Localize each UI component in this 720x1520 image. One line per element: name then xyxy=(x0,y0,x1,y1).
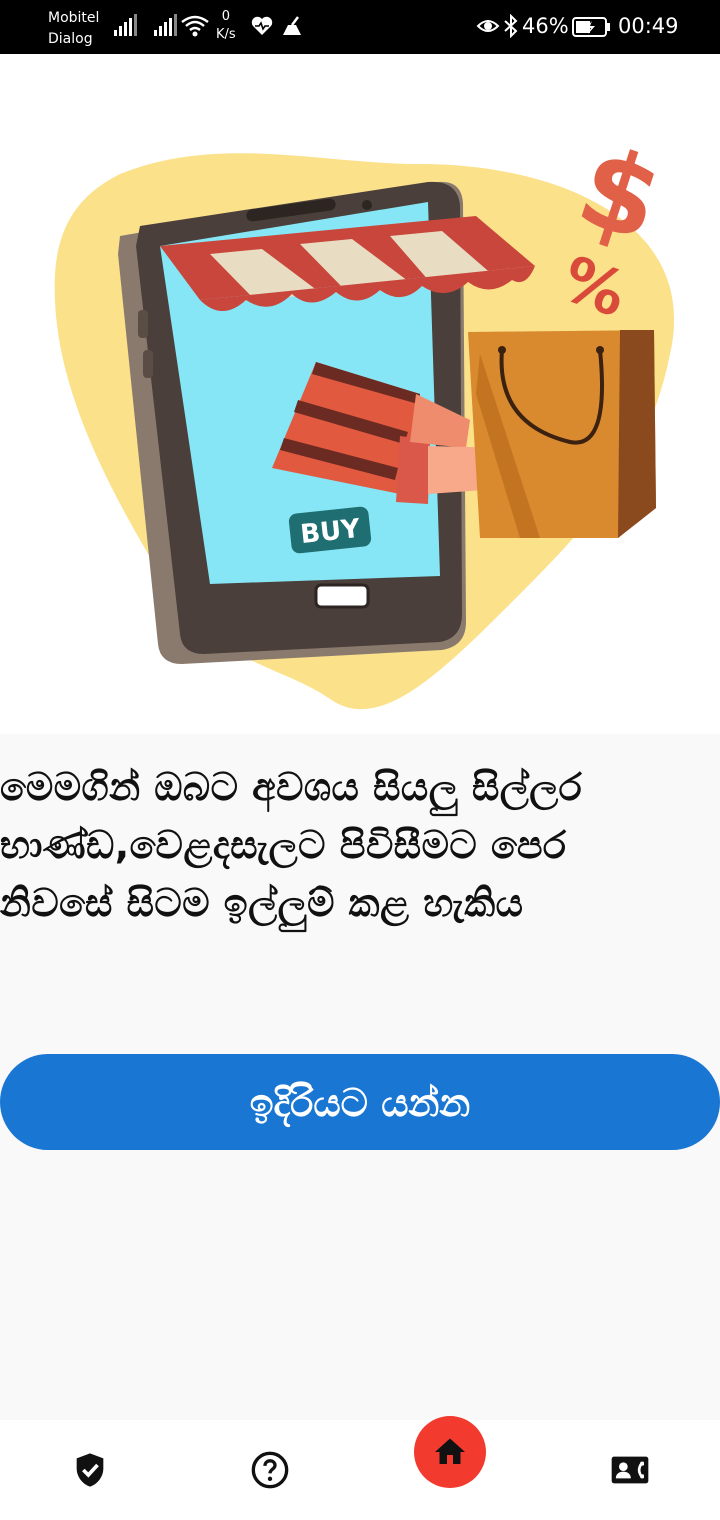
health-heart-icon xyxy=(251,16,273,35)
home-icon xyxy=(435,1438,465,1464)
help-circle-icon[interactable] xyxy=(250,1450,290,1490)
bottom-navigation xyxy=(0,1416,720,1520)
carrier-1: Mobitel xyxy=(48,10,100,26)
net-speed-unit: K/s xyxy=(216,27,236,42)
network-speed: 0 K/s xyxy=(216,8,236,44)
description-line-1: මෙමගින් ඔබට අවශය සියලු සිල්ලර xyxy=(0,765,583,809)
shopping-illustration: BUY $ % xyxy=(54,121,676,710)
net-speed-value: 0 xyxy=(221,9,230,24)
next-button[interactable]: ඉදිරියට යන්න xyxy=(0,1054,720,1150)
signal-icon xyxy=(154,14,177,36)
status-bar: Mobitel Dialog 0 K/s 46% 00:49 xyxy=(0,0,720,54)
description-line-3: නිවසේ සිටම ඉල්ලුම් කළ හැකිය xyxy=(0,881,524,925)
onboarding-description: මෙමගින් ඔබට අවශය සියලු සිල්ලර භාණ්ඩ,වෙළද… xyxy=(0,758,712,932)
contact-phone-icon[interactable] xyxy=(610,1450,650,1490)
buy-sign: BUY xyxy=(288,506,372,554)
carrier-2: Dialog xyxy=(48,31,93,47)
signal-icon xyxy=(114,14,137,36)
description-line-2: භාණ්ඩ,වෙළදසැලට පිවිසීමට පෙර xyxy=(0,823,567,867)
bluetooth-icon xyxy=(504,14,518,38)
battery-percent: 46% xyxy=(522,14,569,38)
wifi-icon xyxy=(181,15,209,37)
cleaner-icon xyxy=(283,16,301,35)
carrier-names: Mobitel Dialog xyxy=(48,8,99,50)
eye-comfort-icon xyxy=(476,20,500,32)
buy-label: BUY xyxy=(299,514,363,550)
clock: 00:49 xyxy=(618,14,679,38)
shield-check-icon[interactable] xyxy=(70,1450,110,1490)
hero-illustration: BUY $ % xyxy=(0,54,720,734)
battery-charging-icon xyxy=(572,17,610,37)
home-nav-button[interactable] xyxy=(414,1416,486,1488)
shopping-bag xyxy=(468,330,656,538)
